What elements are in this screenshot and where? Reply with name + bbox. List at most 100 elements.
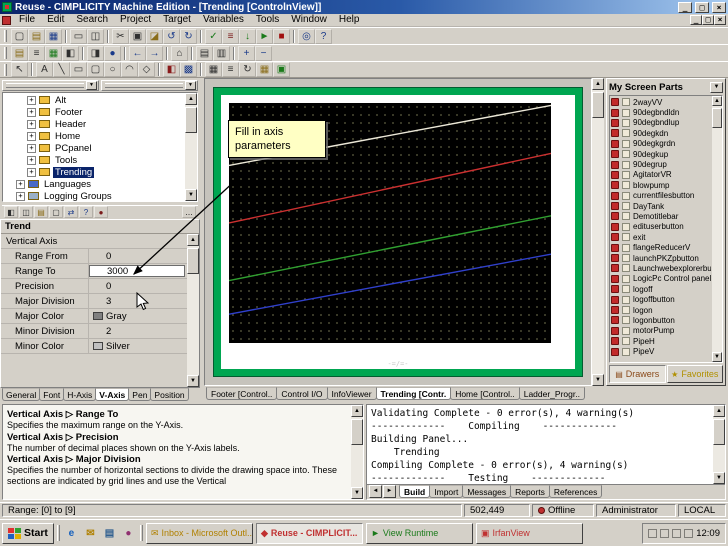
stop-icon[interactable]: ■ <box>273 28 290 44</box>
tree-item-pcpanel[interactable]: + PCpanel <box>3 142 185 154</box>
show-desktop-icon[interactable]: ▤ <box>101 525 118 542</box>
outlook-icon[interactable]: ✉ <box>82 525 99 542</box>
tab-drawers[interactable]: ▤ Drawers <box>609 365 666 383</box>
part-motorpump[interactable]: motorPump <box>611 326 711 336</box>
pin-icon[interactable]: ● <box>94 206 108 218</box>
text-tool-icon[interactable]: A <box>36 62 53 77</box>
media-icon[interactable]: ● <box>120 525 137 542</box>
property-value[interactable]: 0 <box>89 279 187 293</box>
cut-icon[interactable]: ✂ <box>112 28 129 44</box>
pointer-icon[interactable]: ↖ <box>11 62 28 77</box>
part-90degrup[interactable]: 90degrup <box>611 159 711 169</box>
tab-references[interactable]: References <box>548 485 603 498</box>
scroll-up-icon[interactable]: ▲ <box>185 93 197 105</box>
tab-h-axis[interactable]: H-Axis <box>63 388 97 401</box>
polygon-tool-icon[interactable]: ◇ <box>138 62 155 77</box>
toolbar-grip[interactable] <box>4 30 7 42</box>
validate-icon[interactable]: ✓ <box>205 28 222 44</box>
tray-icon-4[interactable] <box>684 528 694 538</box>
tab-control-io[interactable]: Control I/O <box>276 387 328 400</box>
title-bar[interactable]: Reuse - CIMPLICITY Machine Edition - [Tr… <box>0 0 728 14</box>
part-90degkgrdn[interactable]: 90degkgrdn <box>611 139 711 149</box>
property-value[interactable]: Silver <box>89 339 187 353</box>
child-minimize-button[interactable]: _ <box>690 15 702 25</box>
tab-font[interactable]: Font <box>39 388 65 401</box>
tree-item-footer[interactable]: + Footer <box>3 106 185 118</box>
arc-tool-icon[interactable]: ◠ <box>121 62 138 77</box>
tab-infoviewer[interactable]: InfoViewer <box>326 387 377 400</box>
part-exit[interactable]: exit <box>611 232 711 242</box>
tree-item-logging-groups[interactable]: + Logging Groups <box>3 190 185 201</box>
tray-icon-3[interactable] <box>672 528 682 538</box>
run-icon[interactable]: ► <box>256 28 273 44</box>
download-icon[interactable]: ↓ <box>239 28 256 44</box>
tab-footer-panel[interactable]: Footer [Control.. <box>206 387 278 400</box>
part-logoff[interactable]: logoff <box>611 284 711 294</box>
find-icon[interactable]: ◎ <box>298 28 315 44</box>
zoom-out-icon[interactable]: − <box>255 45 272 61</box>
tab-trending-panel[interactable]: Trending [Contr. <box>375 387 452 400</box>
tray-icon-1[interactable] <box>648 528 658 538</box>
roundrect-tool-icon[interactable]: ▢ <box>87 62 104 77</box>
print-icon[interactable]: ▭ <box>70 28 87 44</box>
tree-item-alt[interactable]: + Alt <box>3 94 185 106</box>
line-tool-icon[interactable]: ╲ <box>53 62 70 77</box>
forward-icon[interactable]: → <box>146 45 163 61</box>
restore-button[interactable]: □ <box>695 1 709 13</box>
scrollbar-thumb[interactable] <box>592 92 604 118</box>
menu-file[interactable]: File <box>13 14 41 26</box>
part-daytank[interactable]: DayTank <box>611 201 711 211</box>
close-button[interactable]: × <box>712 1 726 13</box>
chevron-down-icon[interactable]: ▼ <box>710 82 723 93</box>
scroll-down-icon[interactable]: ▼ <box>187 375 199 387</box>
preview-icon[interactable]: ◫ <box>87 28 104 44</box>
tab-position[interactable]: Position <box>150 388 189 401</box>
scroll-up-icon[interactable]: ▲ <box>351 405 363 417</box>
expander-icon[interactable]: + <box>27 119 36 129</box>
more-options-icon[interactable]: … <box>182 206 196 218</box>
scroll-up-icon[interactable]: ▲ <box>712 96 722 106</box>
expander-icon[interactable]: + <box>27 107 36 117</box>
property-range-from[interactable]: Range From 0 <box>1 249 187 264</box>
menu-help[interactable]: Help <box>333 14 366 26</box>
tile-icon[interactable]: ▥ <box>213 45 230 61</box>
info-icon[interactable]: ? <box>79 206 93 218</box>
scrollbar-thumb[interactable] <box>713 419 725 445</box>
tab-general[interactable]: General <box>2 388 41 401</box>
ellipse-tool-icon[interactable]: ○ <box>104 62 121 77</box>
child-close-button[interactable]: × <box>714 15 726 25</box>
property-value[interactable]: 0 <box>89 249 187 263</box>
scrollbar-track[interactable] <box>592 90 604 374</box>
scrollbar-track[interactable] <box>713 417 725 472</box>
tab-scroll-left-icon[interactable]: ◄ <box>369 485 382 498</box>
expander-icon[interactable]: + <box>27 155 36 165</box>
part-launchpkzpbutton[interactable]: launchPKZpbutton <box>611 253 711 263</box>
copy-icon[interactable]: ▣ <box>129 28 146 44</box>
editor-scrollbar[interactable]: ▲ ▼ <box>592 78 604 386</box>
part-edituserbutton[interactable]: edituserbutton <box>611 222 711 232</box>
toolbar-grip[interactable] <box>4 63 7 76</box>
part-90degkup[interactable]: 90degkup <box>611 149 711 159</box>
menu-search[interactable]: Search <box>70 14 114 26</box>
open-icon[interactable]: ▤ <box>28 28 45 44</box>
chart-selection-handle[interactable]: -=/=- <box>221 360 575 368</box>
expander-icon[interactable]: + <box>27 167 36 177</box>
scrollbar-track[interactable] <box>712 106 722 352</box>
property-precision[interactable]: Precision 0 <box>1 279 187 294</box>
scroll-down-icon[interactable]: ▼ <box>592 374 604 386</box>
scrollbar-thumb[interactable] <box>351 419 363 445</box>
part-2wayvv[interactable]: 2wayVV <box>611 97 711 107</box>
tree-item-tools[interactable]: + Tools <box>3 154 185 166</box>
align-icon[interactable]: ≡ <box>222 62 239 77</box>
child-restore-button[interactable]: □ <box>702 15 714 25</box>
scroll-down-icon[interactable]: ▼ <box>185 189 197 201</box>
taskbar-button-reuse[interactable]: ◆ Reuse - CIMPLICIT... <box>255 522 363 544</box>
menu-variables[interactable]: Variables <box>197 14 250 26</box>
menu-target[interactable]: Target <box>157 14 197 26</box>
scroll-up-icon[interactable]: ▲ <box>592 78 604 90</box>
scrollbar-thumb[interactable] <box>185 107 197 133</box>
chevron-down-icon[interactable]: ▼ <box>185 81 196 90</box>
taskbar-button-view-runtime[interactable]: ► View Runtime <box>365 522 473 544</box>
scroll-up-icon[interactable]: ▲ <box>187 234 199 246</box>
part-logon[interactable]: logon <box>611 305 711 315</box>
